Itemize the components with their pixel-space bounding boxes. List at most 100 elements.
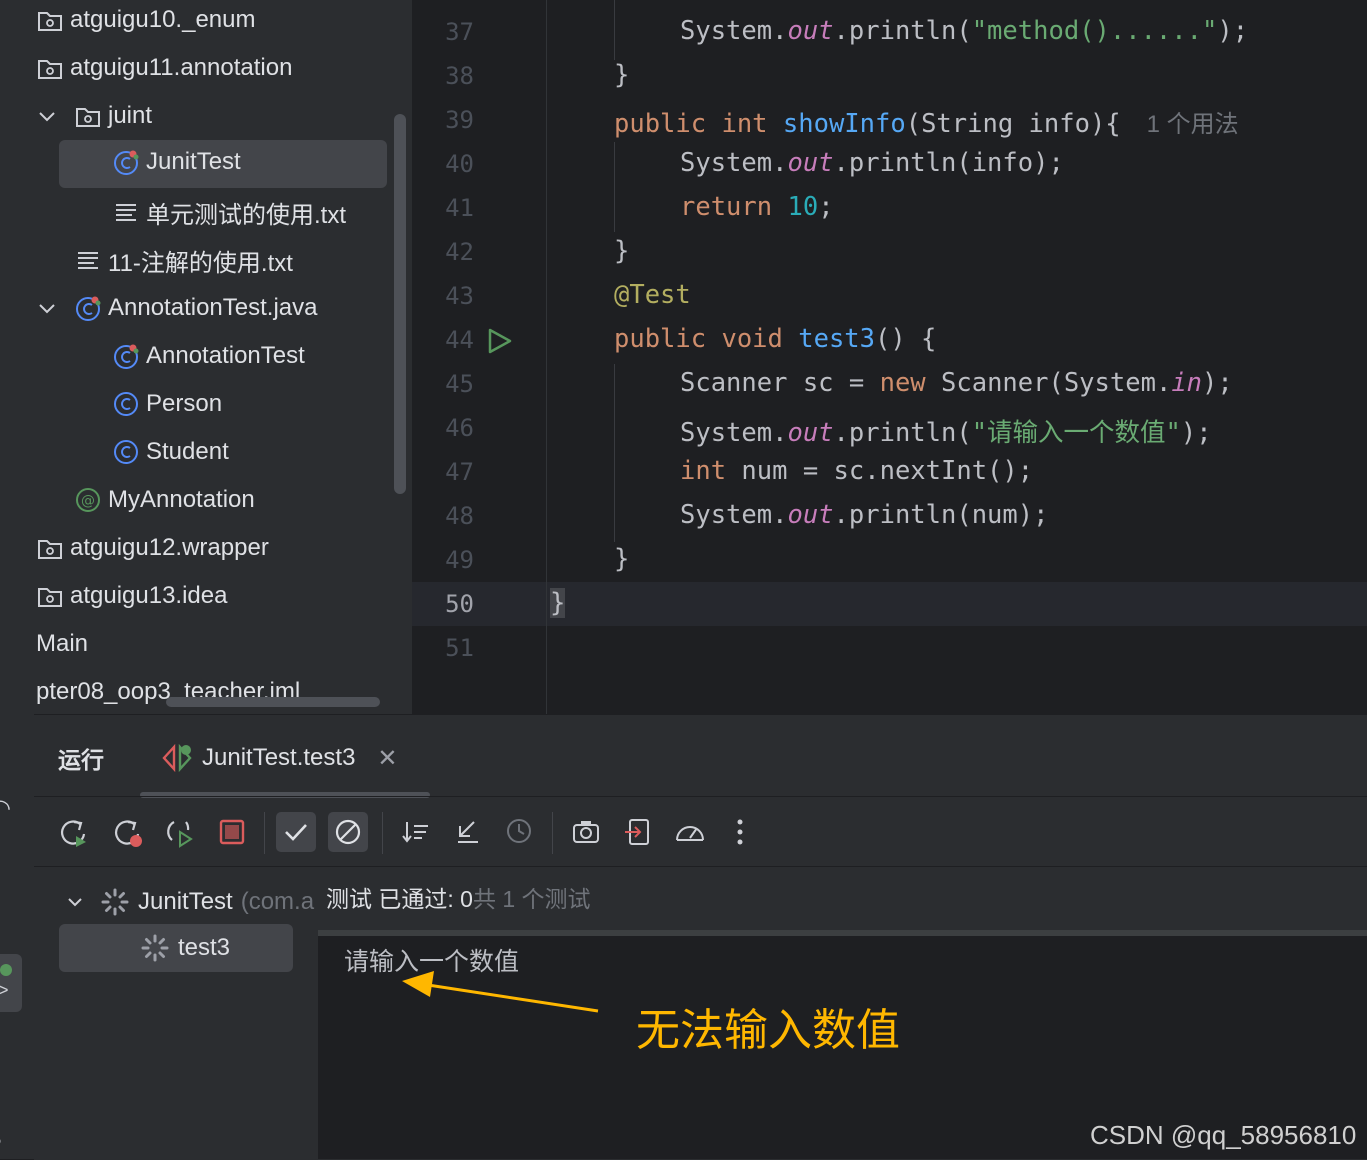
run-tool-button[interactable]: > [0, 954, 22, 1012]
tree-item-label: 11-注解的使用.txt [108, 249, 293, 277]
line-number: 37 [445, 18, 474, 46]
gauge-icon [676, 826, 704, 841]
more-options-button[interactable] [720, 812, 760, 852]
tree-item-label: atguigu13.idea [70, 582, 228, 609]
code-line: public int showInfo(String info){1 个用法 [614, 104, 1239, 139]
ignored-icon [335, 819, 361, 845]
stop-button[interactable] [212, 812, 252, 852]
tree-item-label: atguigu11.annotation [70, 54, 293, 81]
code-token: .println( [833, 418, 972, 448]
tree-item[interactable]: AnnotationTest.java [74, 288, 317, 328]
loading-spinner-icon [101, 888, 129, 916]
code-token: int [680, 456, 742, 486]
coverage-button[interactable] [670, 812, 710, 852]
code-token: @Test [614, 280, 691, 310]
stop-icon [219, 819, 245, 845]
tree-item[interactable]: @ MyAnnotation [74, 480, 255, 520]
tree-item[interactable]: 单元测试的使用.txt [112, 192, 346, 232]
indent-guide [614, 0, 615, 60]
indent-guide [614, 364, 615, 542]
tree-item[interactable]: Main [36, 624, 88, 664]
rerun-icon [61, 820, 86, 847]
history-button[interactable] [500, 812, 540, 852]
code-token: .println( [833, 16, 972, 46]
tree-item[interactable]: Person [112, 384, 222, 424]
test-root-label: JunitTest [138, 888, 233, 915]
code-token: Scanner(System. [941, 368, 1172, 398]
package-folder-icon [36, 54, 70, 82]
code-token: } [614, 236, 630, 266]
code-line: } [614, 236, 629, 266]
tree-item-label: JunitTest [146, 148, 241, 175]
tree-item[interactable]: AnnotationTest [112, 336, 305, 376]
code-token: out [787, 16, 834, 46]
rerun-failed-icon [115, 820, 142, 847]
hammer-icon[interactable]: ◠ [0, 796, 16, 822]
run-test-gutter-icon[interactable] [486, 328, 512, 354]
chevron-down-icon [68, 898, 82, 907]
clock-icon [507, 819, 531, 843]
chevron-down-icon[interactable] [36, 297, 58, 319]
import-tests-button[interactable] [618, 812, 658, 852]
tree-item[interactable]: atguigu10._enum [36, 0, 255, 40]
package-folder-icon [36, 6, 70, 34]
tree-item[interactable]: Student [112, 432, 229, 472]
line-number: 42 [445, 238, 474, 266]
toolbar-separator [552, 812, 553, 854]
services-icon[interactable]: ⟩ [0, 888, 16, 914]
tree-horizontal-scrollbar[interactable] [166, 697, 380, 707]
terminal-icon[interactable]: ▯ [0, 1050, 14, 1076]
sort-button[interactable] [396, 812, 436, 852]
rerun-button[interactable] [54, 812, 94, 852]
code-token: Scanner sc = [680, 368, 880, 398]
close-tab-icon[interactable]: ✕ [377, 744, 397, 773]
gutter-divider [546, 0, 547, 714]
class-icon [112, 438, 146, 466]
code-token: .println(info); [833, 148, 1064, 178]
test-class-icon [74, 294, 108, 322]
tree-item-label: juint [108, 102, 153, 129]
code-line: public void test3() { [614, 324, 936, 354]
code-line: int num = sc.nextInt(); [680, 456, 1033, 486]
code-token: out [787, 500, 834, 530]
code-token: .println(num); [833, 500, 1049, 530]
tree-item[interactable]: atguigu12.wrapper [36, 528, 269, 568]
chevron-down-icon[interactable] [36, 105, 58, 127]
test-status: 测试 已通过: 0共 1 个测试 [326, 880, 591, 914]
tree-item[interactable]: atguigu11.annotation [36, 48, 292, 88]
show-ignored-button[interactable] [328, 812, 368, 852]
toolbar-separator [264, 812, 265, 854]
toggle-auto-test-button[interactable] [160, 812, 200, 852]
tree-item[interactable]: 11-注解的使用.txt [74, 240, 293, 280]
tab-scrollbar[interactable] [140, 792, 430, 798]
screenshot-button[interactable] [566, 812, 606, 852]
collapse-all-button[interactable] [448, 812, 488, 852]
run-tab[interactable]: JunitTest.test3 ✕ [162, 738, 398, 778]
code-token: () { [875, 324, 937, 354]
svg-text:@: @ [81, 493, 95, 509]
code-token: "method()......" [971, 16, 1218, 46]
code-token: showInfo [782, 109, 906, 139]
text-file-icon [112, 198, 146, 226]
indent-guide [614, 142, 615, 232]
rerun-failed-button[interactable] [108, 812, 148, 852]
show-passed-button[interactable] [276, 812, 316, 852]
test-root-node[interactable]: JunitTest (com.a [64, 884, 318, 920]
code-token: ); [1180, 418, 1212, 448]
problems-icon[interactable]: ◑ [0, 1128, 14, 1154]
tree-vertical-scrollbar[interactable] [394, 114, 406, 494]
test-child-node[interactable]: test3 [140, 930, 230, 966]
code-token: ; [818, 192, 834, 222]
line-number: 50 [445, 590, 474, 618]
tree-item-label: AnnotationTest [146, 342, 305, 369]
tree-item-label: MyAnnotation [108, 486, 255, 513]
usage-hint[interactable]: 1 个用法 [1147, 111, 1239, 138]
code-line: System.out.println("请输入一个数值"); [680, 412, 1212, 449]
tree-item[interactable]: juint [74, 96, 152, 136]
code-token: new [879, 368, 942, 398]
tree-item[interactable]: JunitTest [112, 142, 241, 182]
run-icon: > [0, 980, 9, 1000]
code-token: public int [614, 109, 783, 139]
test-child-label: test3 [178, 934, 231, 961]
tree-item[interactable]: atguigu13.idea [36, 576, 227, 616]
